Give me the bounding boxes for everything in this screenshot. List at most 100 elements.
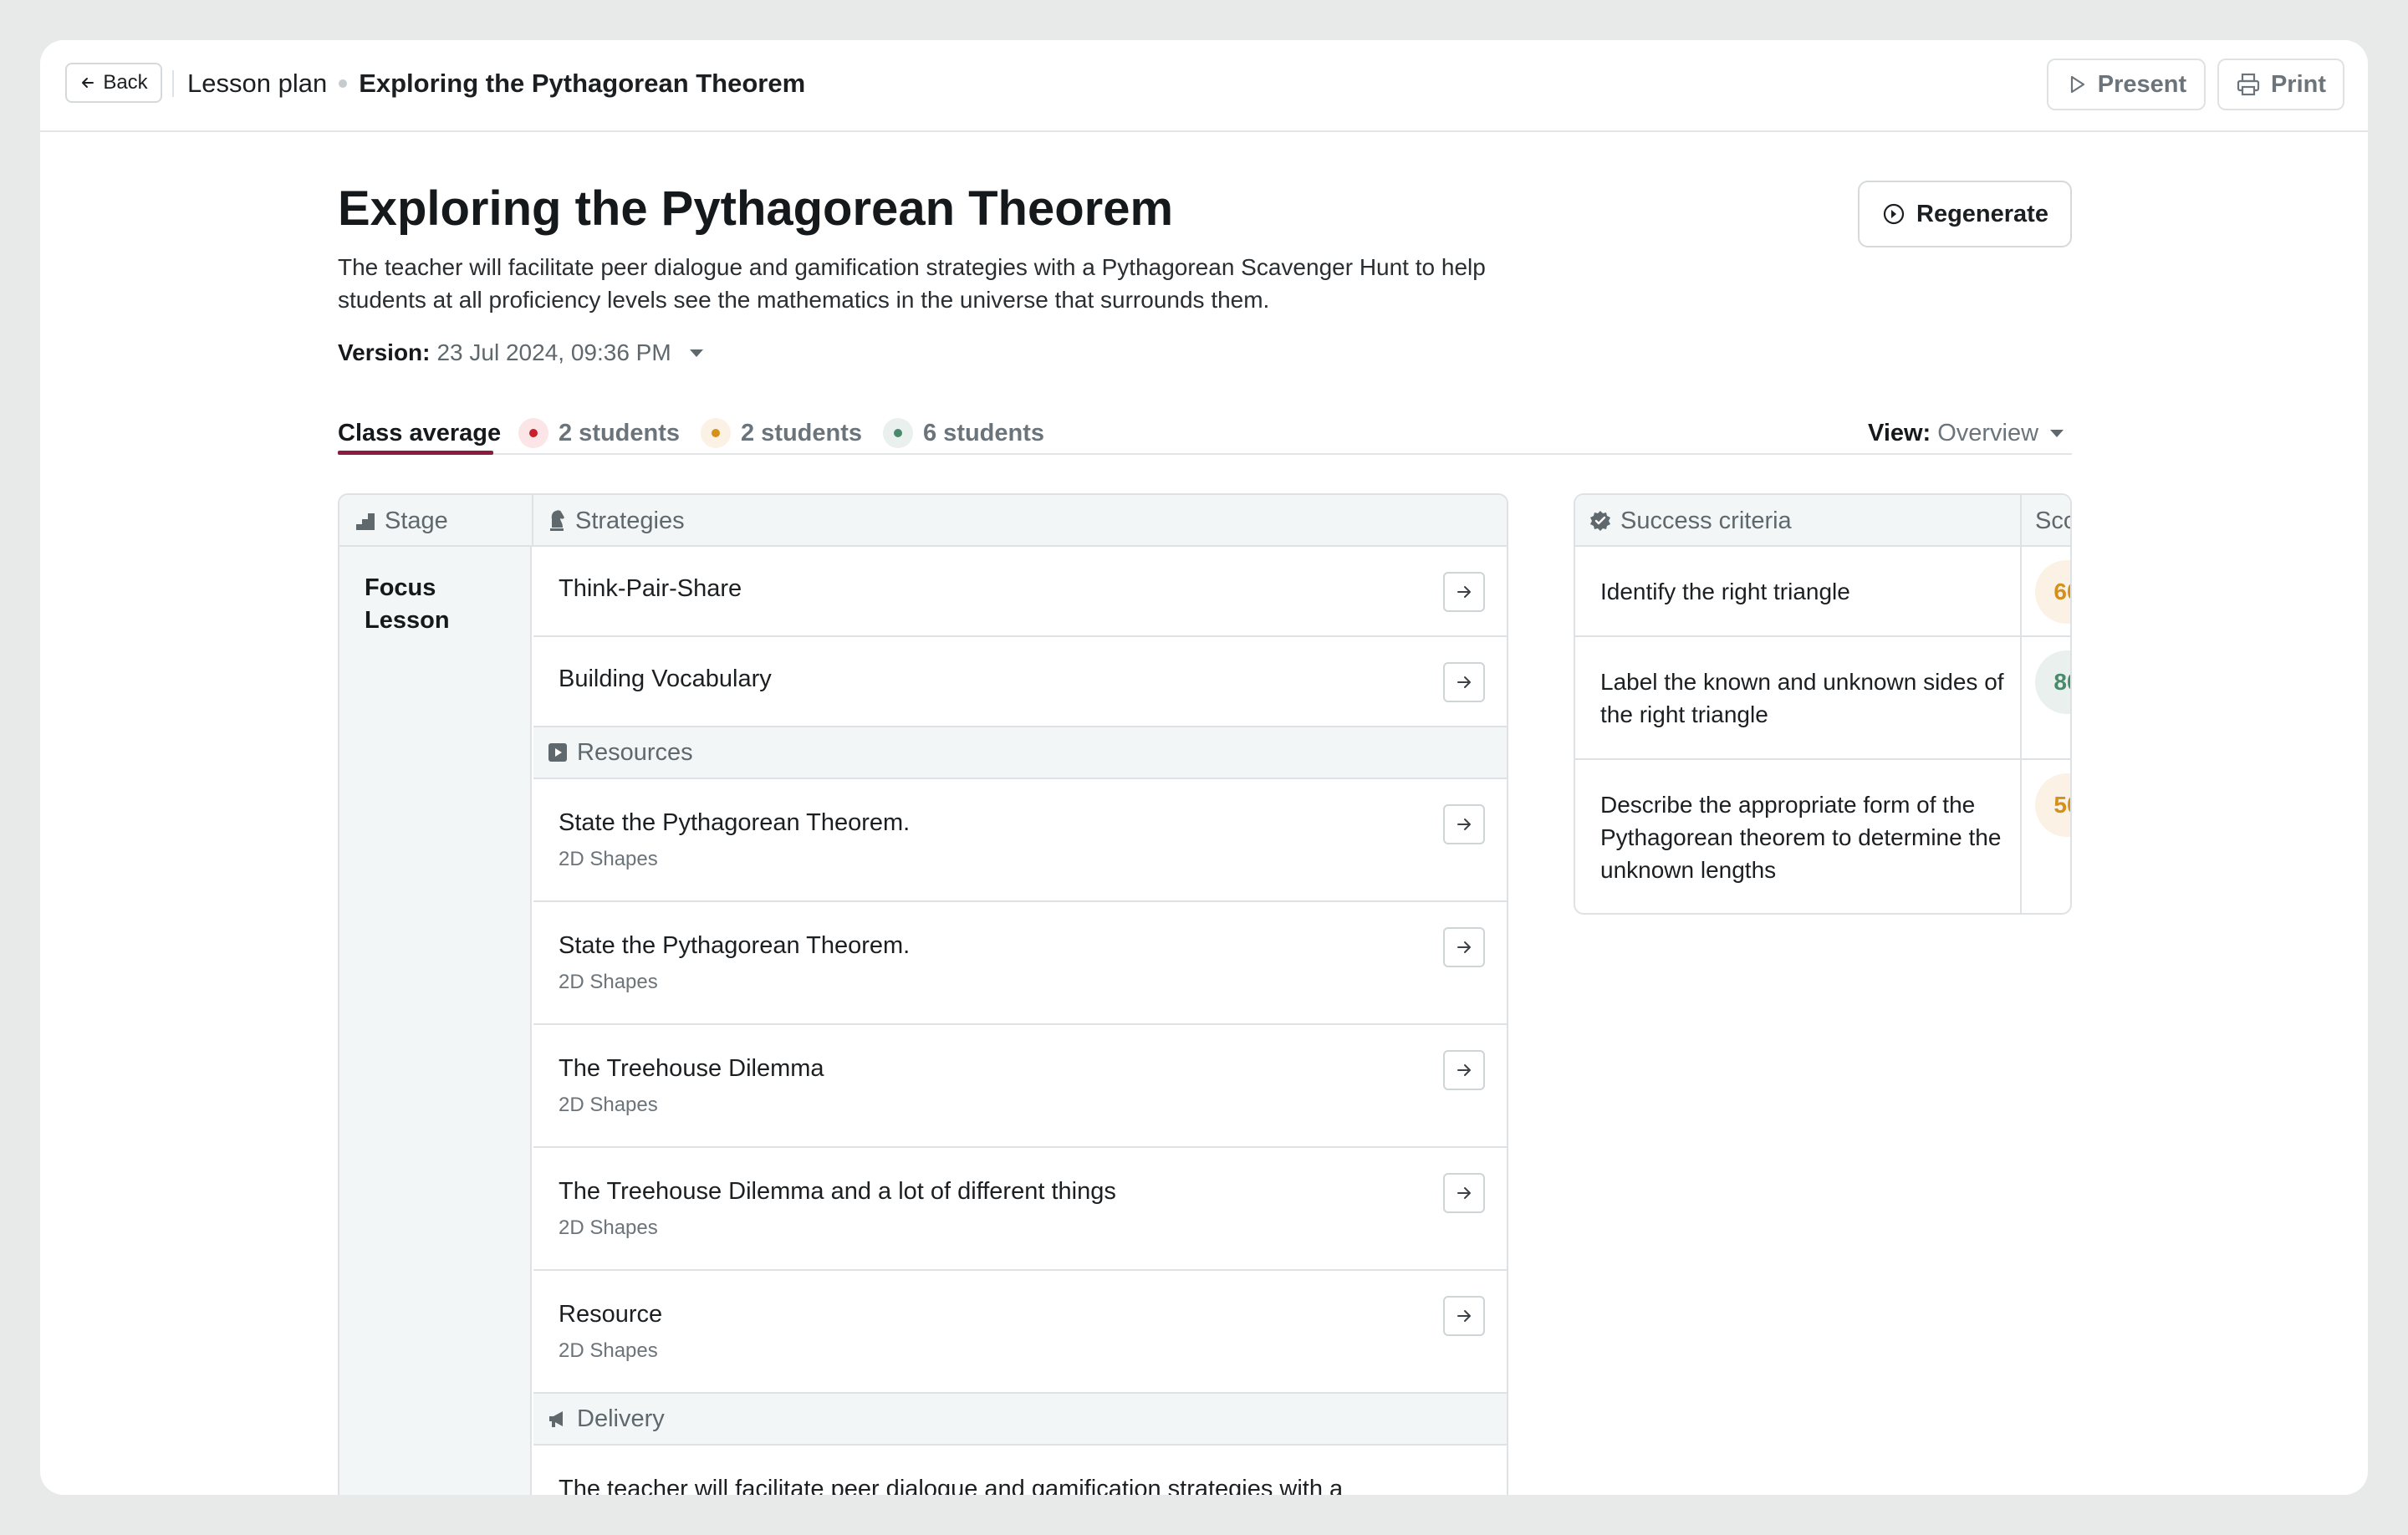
arrow-right-icon xyxy=(1457,941,1471,953)
arrow-left-icon xyxy=(82,78,94,88)
tabs-divider xyxy=(338,453,2072,455)
resource-subtitle: 2D Shapes xyxy=(559,848,658,870)
tab-red-group[interactable]: 2 students xyxy=(518,413,680,453)
delivery-row: The teacher will facilitate peer dialogu… xyxy=(533,1446,1507,1495)
breadcrumb-root[interactable]: Lesson plan xyxy=(187,69,327,99)
resource-subtitle: 2D Shapes xyxy=(559,1216,658,1239)
criteria-header-label: Success criteria xyxy=(1620,507,1792,534)
back-label: Back xyxy=(103,71,148,94)
delivery-section-header: Delivery xyxy=(533,1394,1507,1446)
resource-row[interactable]: State the Pythagorean Theorem. 2D Shapes xyxy=(533,779,1507,902)
arrow-right-icon xyxy=(1457,676,1471,688)
red-dot-icon xyxy=(518,418,548,448)
back-button[interactable]: Back xyxy=(65,63,162,103)
success-criteria-table: Success criteria Score Identify the righ… xyxy=(1574,493,2072,915)
resource-row[interactable]: Resource 2D Shapes xyxy=(533,1271,1507,1394)
top-bar: Back Lesson plan Exploring the Pythagore… xyxy=(40,40,2368,132)
criteria-row: Describe the appropriate form of the Pyt… xyxy=(1575,760,2070,913)
breadcrumb-current: Exploring the Pythagorean Theorem xyxy=(359,69,806,98)
divider xyxy=(172,70,174,97)
open-resource-button[interactable] xyxy=(1443,927,1485,967)
strategy-row[interactable]: Building Vocabulary xyxy=(533,637,1507,727)
arrow-right-icon xyxy=(1457,586,1471,598)
resource-row[interactable]: State the Pythagorean Theorem. 2D Shapes xyxy=(533,902,1507,1025)
lesson-plan-table: Stage Strategies Focus Lesson Think-Pair… xyxy=(338,493,1508,1495)
strategy-title: Think-Pair-Share xyxy=(559,575,742,602)
score-column-header: Score xyxy=(2035,507,2070,534)
chess-knight-icon xyxy=(550,510,564,531)
arrow-right-icon xyxy=(1457,1064,1471,1076)
view-label: View: xyxy=(1868,419,1931,446)
version-value: 23 Jul 2024, 09:36 PM xyxy=(436,339,671,365)
score-badge: 50 xyxy=(2035,773,2070,837)
breadcrumb-separator xyxy=(339,79,348,88)
open-resource-button[interactable] xyxy=(1443,1050,1485,1090)
arrow-right-icon xyxy=(1457,1310,1471,1322)
resource-row[interactable]: The Treehouse Dilemma 2D Shapes xyxy=(533,1025,1507,1148)
amber-dot-icon xyxy=(701,418,731,448)
stage-steps-icon xyxy=(356,513,375,530)
page-title: Exploring the Pythagorean Theorem xyxy=(338,181,1174,236)
app-window: Back Lesson plan Exploring the Pythagore… xyxy=(40,40,2368,1495)
open-strategy-button[interactable] xyxy=(1443,662,1485,702)
table-header: Stage Strategies xyxy=(339,495,1507,547)
tab-class-average-label: Class average xyxy=(338,419,502,446)
score-badge: 60 xyxy=(2035,560,2070,624)
play-icon xyxy=(2070,75,2084,94)
resource-subtitle: 2D Shapes xyxy=(559,1339,658,1362)
open-resource-button[interactable] xyxy=(1443,1173,1485,1213)
resource-title: The Treehouse Dilemma xyxy=(559,1055,824,1082)
version-label: Version: xyxy=(338,339,431,365)
score-badge: 80 xyxy=(2035,650,2070,714)
resource-subtitle: 2D Shapes xyxy=(559,1094,658,1116)
resource-row[interactable]: The Treehouse Dilemma and a lot of diffe… xyxy=(533,1148,1507,1271)
stage-name: Focus Lesson xyxy=(365,574,450,634)
criteria-text: Describe the appropriate form of the Pyt… xyxy=(1600,792,2002,883)
print-button[interactable]: Print xyxy=(2217,59,2344,110)
open-resource-button[interactable] xyxy=(1443,1296,1485,1336)
tab-class-average[interactable]: Class average xyxy=(338,413,501,453)
breadcrumb: Lesson plan Exploring the Pythagorean Th… xyxy=(187,65,805,102)
version-selector[interactable]: Version: 23 Jul 2024, 09:36 PM xyxy=(338,339,703,366)
delivery-text: The teacher will facilitate peer dialogu… xyxy=(559,1476,1344,1495)
active-tab-indicator xyxy=(338,451,493,455)
video-play-icon xyxy=(548,743,567,762)
strategy-row[interactable]: Think-Pair-Share xyxy=(533,547,1507,637)
divider xyxy=(532,495,533,547)
print-label: Print xyxy=(2270,70,2327,98)
tab-amber-group[interactable]: 2 students xyxy=(701,413,862,453)
present-label: Present xyxy=(2097,70,2187,98)
resource-title: Resource xyxy=(559,1301,663,1328)
strategies-column-header: Strategies xyxy=(545,495,685,547)
arrow-right-icon xyxy=(1457,1187,1471,1199)
stage-header-label: Stage xyxy=(385,507,448,534)
present-button[interactable]: Present xyxy=(2047,59,2206,110)
view-value: Overview xyxy=(1937,419,2039,446)
green-dot-icon xyxy=(883,418,913,448)
stage-column xyxy=(339,547,532,1495)
lesson-description: The teacher will facilitate peer dialogu… xyxy=(338,254,1486,313)
resource-subtitle: 2D Shapes xyxy=(559,971,658,993)
regenerate-button[interactable]: Regenerate xyxy=(1858,181,2072,247)
regenerate-icon xyxy=(1883,203,1905,225)
criteria-row: Label the known and unknown sides of the… xyxy=(1575,637,2070,760)
resource-title: The Treehouse Dilemma and a lot of diffe… xyxy=(559,1178,1116,1205)
resources-header-label: Resources xyxy=(577,738,693,766)
resource-title: State the Pythagorean Theorem. xyxy=(559,932,911,959)
megaphone-icon xyxy=(549,1411,563,1427)
tab-red-group-label: 2 students xyxy=(559,419,681,446)
criteria-text: Label the known and unknown sides of the… xyxy=(1600,669,2004,727)
verified-badge-icon xyxy=(1590,511,1610,531)
open-resource-button[interactable] xyxy=(1443,804,1485,844)
tab-green-group-label: 6 students xyxy=(923,419,1045,446)
open-strategy-button[interactable] xyxy=(1443,572,1485,612)
printer-icon xyxy=(2237,73,2260,96)
tab-green-group[interactable]: 6 students xyxy=(883,413,1044,453)
strategy-title: Building Vocabulary xyxy=(559,666,772,692)
criteria-text: Identify the right triangle xyxy=(1600,579,1850,604)
arrow-right-icon xyxy=(1457,818,1471,830)
stage-column-header: Stage xyxy=(355,495,448,547)
strategies-header-label: Strategies xyxy=(575,507,685,534)
delivery-header-label: Delivery xyxy=(577,1405,665,1432)
view-selector[interactable]: View: Overview xyxy=(1868,413,2064,453)
